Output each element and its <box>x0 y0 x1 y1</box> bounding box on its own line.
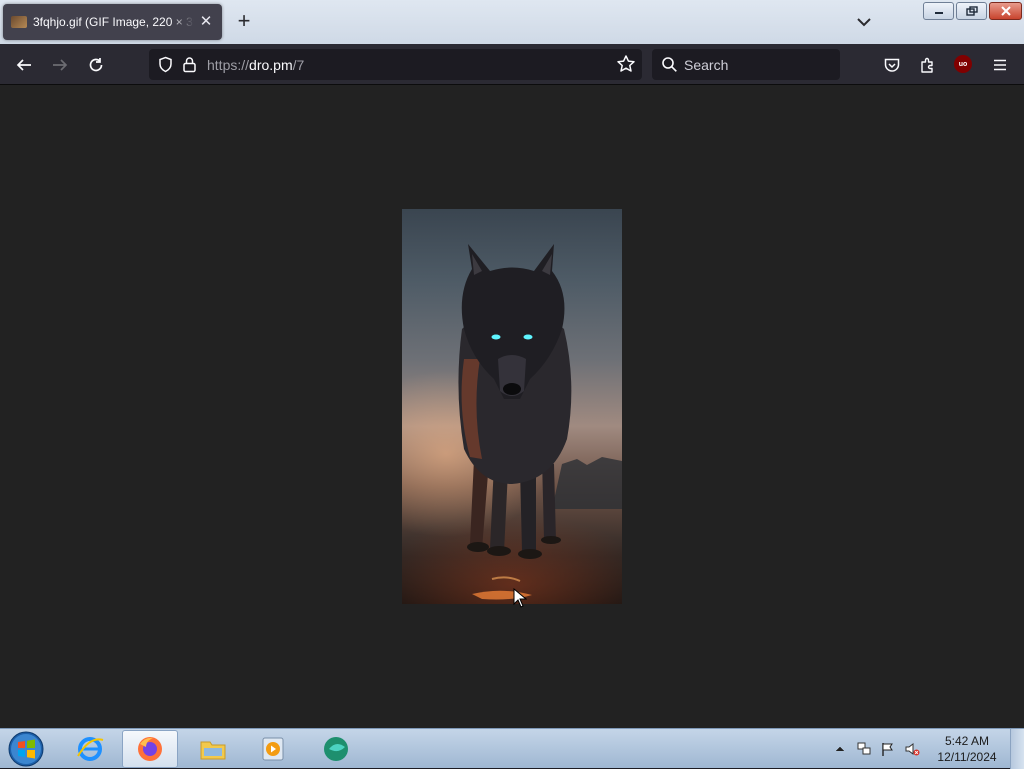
taskbar-app-unknown[interactable] <box>308 730 364 768</box>
app-circle-icon <box>324 737 348 761</box>
menu-button[interactable] <box>987 52 1013 78</box>
chevron-down-icon <box>857 18 871 27</box>
minimize-button[interactable] <box>923 2 954 20</box>
start-button[interactable] <box>6 730 46 768</box>
clock-date: 12/11/2024 <box>937 750 997 764</box>
url-scheme: https:// <box>207 56 250 73</box>
pocket-button[interactable] <box>879 52 905 78</box>
action-center-tray-icon[interactable] <box>878 739 898 759</box>
forward-button[interactable] <box>47 52 73 78</box>
search-input[interactable] <box>684 56 834 73</box>
url-path: /7 <box>292 56 305 73</box>
search-icon <box>662 57 677 72</box>
extensions-button[interactable] <box>915 52 941 78</box>
flag-icon <box>882 743 893 756</box>
arrow-left-icon <box>16 59 31 71</box>
lock-icon <box>182 57 196 73</box>
site-security-button[interactable] <box>179 55 199 75</box>
close-tab-icon[interactable]: ✕ <box>198 14 214 30</box>
firefox-icon <box>138 737 162 761</box>
pocket-icon <box>884 58 900 72</box>
windows-logo-icon <box>8 731 44 767</box>
address-bar[interactable]: https://dro.pm/7 <box>149 49 642 80</box>
taskbar-internet-explorer[interactable] <box>62 730 118 768</box>
url-text[interactable]: https://dro.pm/7 <box>207 57 304 73</box>
window-controls <box>923 2 1022 20</box>
restore-button[interactable] <box>956 2 987 20</box>
mouse-cursor-icon <box>513 588 527 608</box>
network-icon <box>857 742 871 755</box>
search-bar[interactable] <box>652 49 840 80</box>
internet-explorer-icon <box>77 737 104 761</box>
close-window-button[interactable] <box>989 2 1022 20</box>
taskbar-media-player[interactable] <box>245 730 301 768</box>
taskbar: 5:42 AM 12/11/2024 <box>0 728 1024 769</box>
close-icon <box>1000 6 1011 16</box>
star-icon <box>617 55 635 72</box>
volume-muted-icon <box>905 743 920 756</box>
hamburger-menu-icon <box>994 59 1006 71</box>
media-player-icon <box>262 737 284 761</box>
volume-tray-icon[interactable] <box>902 739 922 759</box>
taskbar-firefox[interactable] <box>122 730 178 768</box>
reload-button[interactable] <box>83 52 109 78</box>
minimize-icon <box>934 12 943 14</box>
ublock-origin-icon[interactable]: uo <box>954 55 972 73</box>
new-tab-button[interactable]: + <box>232 10 256 34</box>
url-domain: dro.pm <box>249 56 293 73</box>
bookmark-button[interactable] <box>616 54 636 74</box>
folder-icon <box>200 741 226 760</box>
system-tray: 5:42 AM 12/11/2024 <box>828 729 1024 769</box>
wolf-gif-image[interactable] <box>402 209 622 604</box>
image-viewer-content <box>0 85 1024 728</box>
list-all-tabs-button[interactable] <box>852 10 876 34</box>
puzzle-icon <box>921 57 933 73</box>
show-hidden-icons-button[interactable] <box>830 739 850 759</box>
image-favicon-icon <box>11 16 27 28</box>
network-tray-icon[interactable] <box>854 739 874 759</box>
reload-icon <box>89 58 103 72</box>
navigation-toolbar: https://dro.pm/7 uo <box>0 44 1024 85</box>
tab-current[interactable]: 3fqhjo.gif (GIF Image, 220 × 395 pixels)… <box>3 4 222 40</box>
wolf-illustration <box>458 244 622 600</box>
clock-time: 5:42 AM <box>944 734 990 748</box>
arrow-right-icon <box>53 59 68 71</box>
back-button[interactable] <box>11 52 37 78</box>
taskbar-windows-explorer[interactable] <box>185 730 241 768</box>
shield-icon <box>158 56 172 73</box>
tab-strip: 3fqhjo.gif (GIF Image, 220 × 395 pixels)… <box>0 0 1024 44</box>
tab-title: 3fqhjo.gif (GIF Image, 220 × 395 pixels) <box>33 15 194 29</box>
taskbar-clock[interactable]: 5:42 AM 12/11/2024 <box>928 733 1006 765</box>
show-desktop-button[interactable] <box>1010 729 1024 769</box>
chevron-up-icon <box>835 746 845 752</box>
restore-icon <box>965 6 978 16</box>
tracking-protection-button[interactable] <box>155 55 175 75</box>
